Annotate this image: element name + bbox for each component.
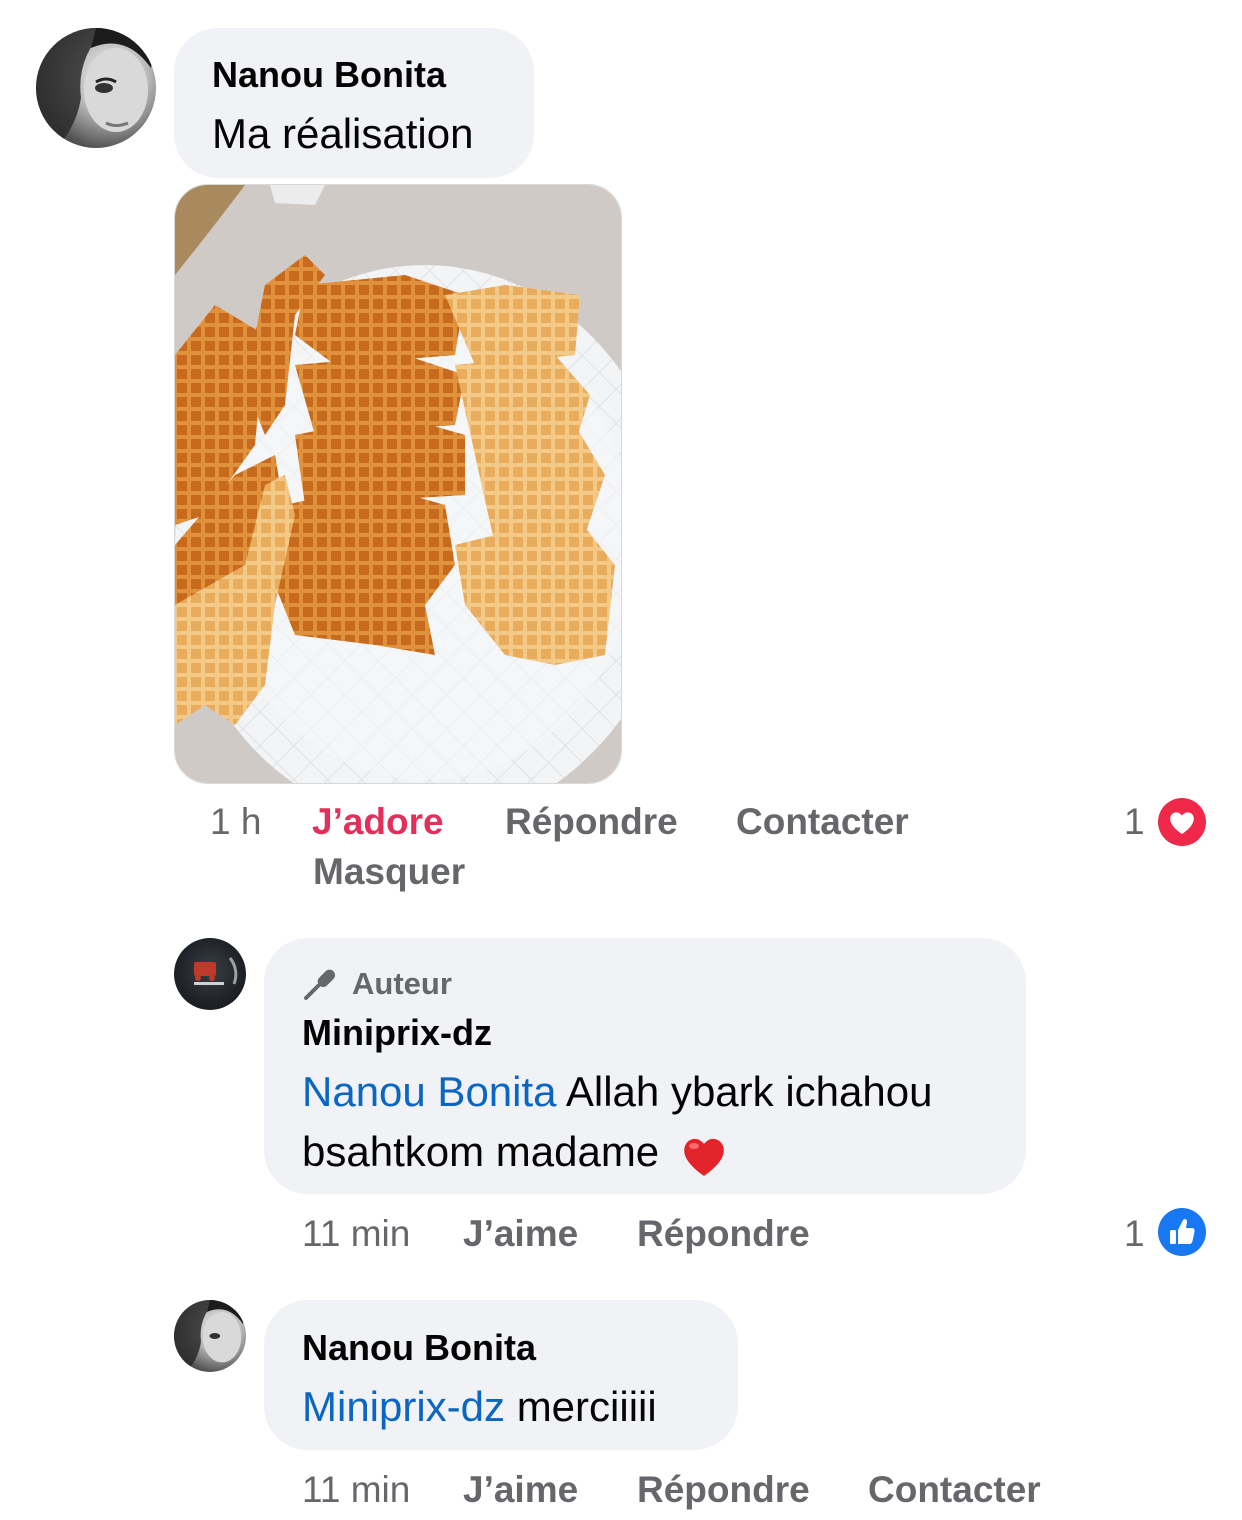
comment-time[interactable]: 11 min — [302, 1213, 410, 1255]
heart-icon[interactable] — [1158, 798, 1206, 846]
mention-link[interactable]: Miniprix-dz — [302, 1383, 505, 1430]
heart-emoji-icon — [677, 1128, 731, 1182]
like-button[interactable]: J’aime — [463, 1213, 578, 1255]
comment-photo[interactable] — [174, 184, 622, 784]
comment-author[interactable]: Nanou Bonita — [302, 1327, 536, 1369]
comment-text-line1: Allah ybark ichahou — [556, 1068, 933, 1115]
comment-author[interactable]: Miniprix-dz — [302, 1012, 492, 1054]
contact-button[interactable]: Contacter — [868, 1469, 1041, 1511]
comment-author[interactable]: Nanou Bonita — [212, 54, 446, 96]
mention-link[interactable]: Nanou Bonita — [302, 1068, 557, 1115]
avatar[interactable] — [174, 1300, 246, 1372]
author-badge: Auteur — [352, 966, 452, 1001]
profile-photo — [36, 28, 156, 148]
profile-photo — [174, 1300, 246, 1372]
avatar[interactable] — [36, 28, 156, 148]
reply-button[interactable]: Répondre — [637, 1469, 810, 1511]
reply-button[interactable]: Répondre — [637, 1213, 810, 1255]
waffles-image — [175, 185, 621, 783]
love-button[interactable]: J’adore — [312, 801, 444, 843]
comment-text-content: bsahtkom madame — [302, 1128, 660, 1175]
contact-button[interactable]: Contacter — [736, 801, 909, 843]
comment-text-line2: bsahtkom madame — [302, 1122, 731, 1182]
like-icon[interactable] — [1158, 1208, 1206, 1256]
like-button[interactable]: J’aime — [463, 1469, 578, 1511]
comment-time[interactable]: 1 h — [210, 801, 261, 843]
comment-text: Nanou Bonita Allah ybark ichahou — [302, 1062, 932, 1122]
reply-button[interactable]: Répondre — [505, 801, 678, 843]
avatar[interactable] — [174, 938, 246, 1010]
comment-text-content: merciiiii — [505, 1383, 657, 1430]
comment-time[interactable]: 11 min — [302, 1469, 410, 1511]
reaction-count[interactable]: 1 — [1124, 801, 1145, 843]
comment-text: Ma réalisation — [212, 110, 474, 157]
brand-logo-icon — [194, 957, 238, 985]
hide-button[interactable]: Masquer — [313, 851, 465, 893]
comment-text: Miniprix-dz merciiiii — [302, 1377, 657, 1437]
reaction-count[interactable]: 1 — [1124, 1213, 1145, 1255]
microphone-icon — [300, 964, 340, 1004]
